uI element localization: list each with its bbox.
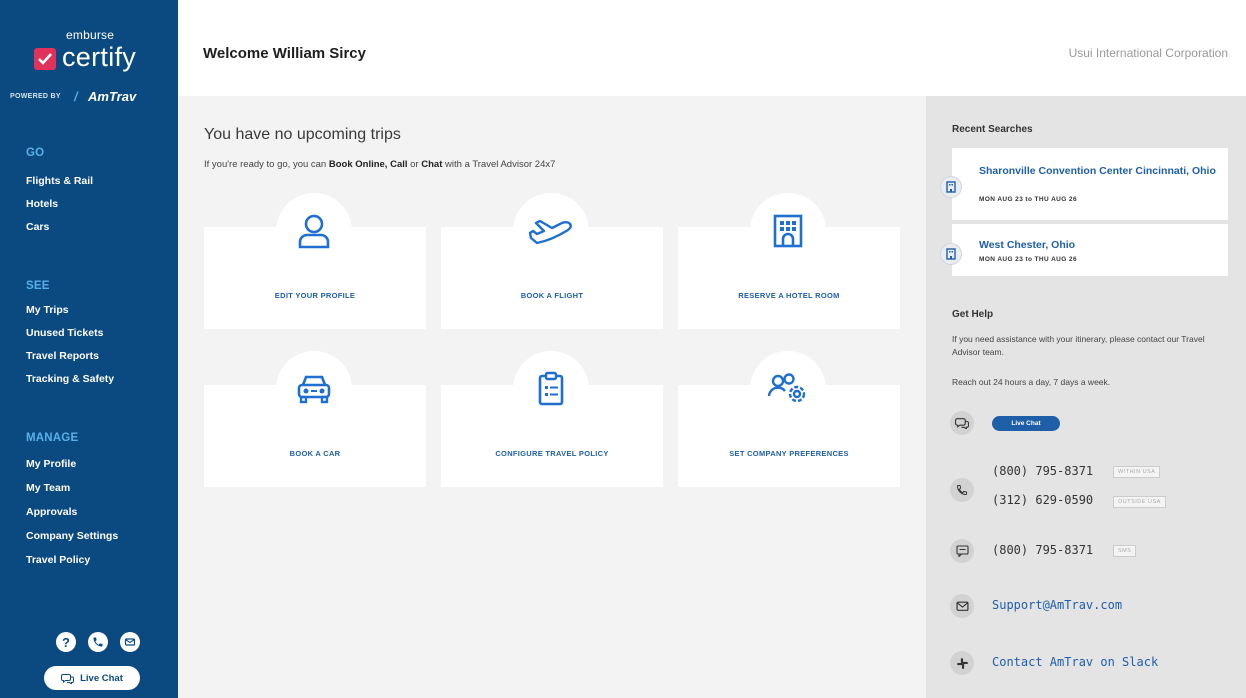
welcome-title: Welcome William Sircy xyxy=(203,45,366,62)
card-label: SET COMPANY PREFERENCES xyxy=(729,449,849,458)
card-label: EDIT YOUR PROFILE xyxy=(274,291,356,300)
header: Welcome William Sircy Usui International… xyxy=(178,0,1246,96)
sidebar-icon-row: ? xyxy=(54,632,146,656)
nav-item-tracking-safety[interactable]: Tracking & Safety xyxy=(26,373,114,385)
live-chat-button[interactable]: Live Chat xyxy=(992,416,1060,431)
card-book-car[interactable]: BOOK A CAR xyxy=(204,351,426,487)
card-label: RESERVE A HOTEL ROOM xyxy=(738,291,840,300)
nav-item-my-profile[interactable]: My Profile xyxy=(26,458,76,470)
chat-icon xyxy=(61,673,75,684)
ready-prefix: If you're ready to go, you can xyxy=(204,159,329,170)
recent-search-dates: MON AUG 23 to THU AUG 26 xyxy=(979,256,1077,263)
get-help-title: Get Help xyxy=(952,309,994,320)
brand-emburse: emburse xyxy=(66,28,115,42)
nav-item-approvals[interactable]: Approvals xyxy=(26,506,77,518)
nav-section-go: GO xyxy=(26,147,45,159)
recent-search-dates: MON AUG 23 to THU AUG 26 xyxy=(979,196,1077,203)
card-book-flight[interactable]: BOOK A FLIGHT xyxy=(441,193,663,329)
nav-section-see: SEE xyxy=(26,280,50,292)
call-link[interactable]: Call xyxy=(390,159,407,170)
recent-search-item[interactable]: Sharonville Convention Center Cincinnati… xyxy=(940,148,1228,220)
slack-contact-link[interactable]: Contact AmTrav on Slack xyxy=(992,655,1158,669)
recent-search-name: Sharonville Convention Center Cincinnati… xyxy=(979,165,1216,177)
building-icon xyxy=(940,176,962,198)
airplane-icon xyxy=(513,193,589,269)
recent-search-name: West Chester, Ohio xyxy=(979,239,1076,251)
sms-number[interactable]: (800) 795-8371 xyxy=(992,543,1093,557)
brand-certify: certify xyxy=(62,42,137,72)
sidebar-live-chat-label: Live Chat xyxy=(80,672,123,684)
card-set-company-preferences[interactable]: SET COMPANY PREFERENCES xyxy=(678,351,900,487)
card-label: BOOK A FLIGHT xyxy=(520,291,584,300)
card-configure-travel-policy[interactable]: CONFIGURE TRAVEL POLICY xyxy=(441,351,663,487)
phone-icon[interactable] xyxy=(88,632,108,652)
phone-icon xyxy=(950,478,974,502)
sms-icon xyxy=(950,539,974,563)
hotel-icon xyxy=(750,193,826,269)
email-icon xyxy=(950,594,974,618)
phone-outside-usa[interactable]: (312) 629-0590 xyxy=(992,493,1093,507)
powered-by-label: POWERED BY xyxy=(10,93,61,100)
nav-item-flights-rail[interactable]: Flights & Rail xyxy=(26,175,93,187)
right-panel: Recent Searches Sharonville Convention C… xyxy=(926,96,1246,698)
phone-within-usa[interactable]: (800) 795-8371 xyxy=(992,464,1093,478)
checkmark-icon xyxy=(34,48,56,70)
recent-searches-title: Recent Searches xyxy=(952,124,1033,135)
phone-tag-outside-usa: OUTSIDE USA xyxy=(1113,496,1166,508)
help-icon[interactable]: ? xyxy=(56,632,76,652)
card-reserve-hotel[interactable]: RESERVE A HOTEL ROOM xyxy=(678,193,900,329)
nav-item-travel-policy[interactable]: Travel Policy xyxy=(26,554,90,566)
help-description: If you need assistance with your itinera… xyxy=(952,334,1205,357)
nav-item-my-trips[interactable]: My Trips xyxy=(26,304,69,316)
help-hours: Reach out 24 hours a day, 7 days a week. xyxy=(952,377,1111,387)
company-name: Usui International Corporation xyxy=(1068,46,1228,60)
phone-tag-within-usa: WITHIN USA xyxy=(1113,466,1161,478)
ready-or: or xyxy=(407,159,422,170)
book-online-link[interactable]: Book Online, xyxy=(329,159,388,170)
powered-by: POWERED BY / AmTrav xyxy=(10,89,170,105)
amtrav-slash-icon: / xyxy=(74,89,78,104)
phone-tag-sms: SMS xyxy=(1113,545,1137,557)
nav-item-company-settings[interactable]: Company Settings xyxy=(26,530,118,542)
ready-line: If you're ready to go, you can Book Onli… xyxy=(204,159,555,170)
no-trips-heading: You have no upcoming trips xyxy=(204,126,401,143)
nav-item-unused-tickets[interactable]: Unused Tickets xyxy=(26,327,103,339)
recent-search-item[interactable]: West Chester, Ohio MON AUG 23 to THU AUG… xyxy=(940,224,1228,276)
card-edit-profile[interactable]: EDIT YOUR PROFILE xyxy=(204,193,426,329)
users-gear-icon xyxy=(750,351,826,427)
chat-link[interactable]: Chat xyxy=(421,159,442,170)
sidebar: emburse certify POWERED BY / AmTrav GO F… xyxy=(0,0,178,698)
nav-item-hotels[interactable]: Hotels xyxy=(26,198,58,210)
slack-icon xyxy=(950,651,974,675)
building-icon xyxy=(940,243,962,265)
card-label: BOOK A CAR xyxy=(289,449,341,458)
nav-section-manage: MANAGE xyxy=(26,432,79,444)
email-icon[interactable] xyxy=(120,632,140,652)
ready-suffix: with a Travel Advisor 24x7 xyxy=(442,159,556,170)
nav-item-my-team[interactable]: My Team xyxy=(26,482,70,494)
support-email-link[interactable]: Support@AmTrav.com xyxy=(992,598,1122,612)
clipboard-icon xyxy=(513,351,589,427)
card-label: CONFIGURE TRAVEL POLICY xyxy=(495,449,609,458)
user-icon xyxy=(276,193,352,269)
nav-item-travel-reports[interactable]: Travel Reports xyxy=(26,350,99,362)
chat-icon xyxy=(950,411,974,435)
car-icon xyxy=(276,351,352,427)
nav-item-cars[interactable]: Cars xyxy=(26,221,49,233)
amtrav-logo: AmTrav xyxy=(88,89,137,104)
sidebar-live-chat-button[interactable]: Live Chat xyxy=(44,666,140,690)
